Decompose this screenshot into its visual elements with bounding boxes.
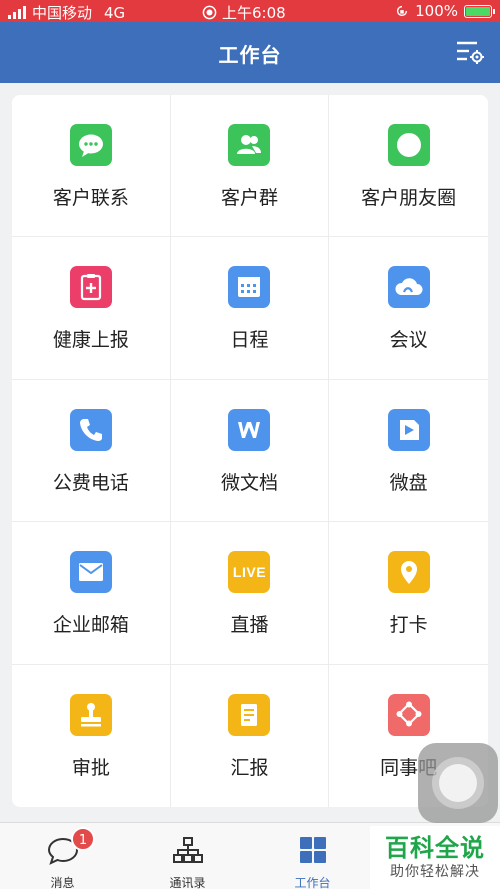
watermark-subtitle: 助你轻松解决 [390, 864, 480, 880]
location-pin-icon [387, 551, 430, 594]
signal-strength-icon [8, 6, 26, 19]
sliders-gear-icon [457, 41, 484, 64]
drive-icon [387, 408, 430, 451]
watermark-logo: 百科全说 助你轻松解决 [370, 826, 500, 889]
aperture-icon [387, 124, 430, 166]
app-meeting[interactable]: 会议 [329, 237, 488, 380]
tab-messages[interactable]: 1 消息 [0, 823, 125, 889]
network-type: 4G [104, 3, 126, 22]
org-chart-icon [172, 837, 203, 863]
phone-icon [69, 408, 112, 451]
app-header: 工作台 [0, 22, 500, 83]
carrier-name: 中国移动 [32, 4, 93, 22]
app-live[interactable]: LIVE 直播 [170, 522, 330, 665]
app-label: 直播 [230, 614, 269, 637]
page-title: 工作台 [218, 43, 282, 67]
app-label: 审批 [71, 756, 110, 779]
cloud-meeting-icon [387, 266, 430, 309]
app-customer-group[interactable]: 客户群 [170, 95, 330, 238]
battery-percent: 100% [415, 2, 458, 20]
medical-clipboard-icon [69, 266, 112, 309]
battery-icon [464, 4, 495, 18]
app-label: 微盘 [389, 471, 428, 494]
app-business-call[interactable]: 公费电话 [12, 379, 171, 523]
live-icon-text: LIVE [232, 564, 267, 581]
tab-contacts[interactable]: 通讯录 [125, 823, 250, 889]
app-label: 客户联系 [52, 187, 129, 209]
app-schedule[interactable]: 日程 [170, 237, 330, 380]
customer-group-icon [228, 124, 271, 166]
stamp-icon [69, 693, 112, 736]
app-label: 健康上报 [52, 329, 129, 352]
chat-bubble-icon [69, 124, 112, 166]
tab-label: 工作台 [294, 876, 331, 889]
tab-label: 消息 [50, 876, 75, 889]
document-w-icon [228, 408, 271, 451]
status-bar: 中国移动 4G 上午6:08 100% [0, 0, 500, 22]
app-label: 客户群 [220, 187, 278, 209]
workbench-app-grid: 客户联系 客户群 客户朋友圈 健康上报 日程 会议 公费电话 微文档 微盘 企业… [12, 95, 488, 807]
app-check-in[interactable]: 打卡 [329, 522, 488, 665]
app-approval[interactable]: 审批 [12, 664, 171, 807]
app-label: 公费电话 [52, 471, 129, 494]
grid-icon [299, 837, 326, 863]
unread-badge: 1 [71, 827, 95, 851]
app-label: 会议 [389, 329, 428, 352]
app-label: 客户朋友圈 [361, 187, 457, 209]
app-customer-moments[interactable]: 客户朋友圈 [329, 95, 488, 238]
app-label: 汇报 [230, 756, 269, 779]
orientation-lock-icon [397, 5, 408, 17]
app-health-report[interactable]: 健康上报 [12, 237, 171, 380]
tab-workbench[interactable]: 工作台 [250, 823, 375, 889]
app-enterprise-mail[interactable]: 企业邮箱 [12, 522, 171, 665]
tab-label: 通讯录 [169, 876, 206, 889]
app-report[interactable]: 汇报 [171, 664, 330, 807]
status-time: 上午6:08 [222, 4, 286, 22]
app-label: 微文档 [220, 471, 278, 494]
settings-button[interactable] [454, 38, 486, 66]
assistive-touch-button[interactable] [418, 743, 498, 823]
mail-icon [69, 551, 112, 594]
report-icon [228, 693, 271, 736]
app-label: 打卡 [389, 614, 428, 637]
app-label: 企业邮箱 [52, 614, 129, 637]
app-label: 日程 [230, 329, 269, 352]
screen-record-icon [202, 5, 217, 20]
colleague-network-icon [387, 693, 430, 736]
app-customer-contact[interactable]: 客户联系 [12, 95, 171, 238]
live-icon: LIVE [228, 551, 271, 594]
app-docs[interactable]: 微文档 [170, 379, 330, 523]
app-drive[interactable]: 微盘 [329, 380, 488, 523]
watermark-title: 百科全说 [385, 834, 485, 862]
calendar-icon [228, 266, 271, 309]
